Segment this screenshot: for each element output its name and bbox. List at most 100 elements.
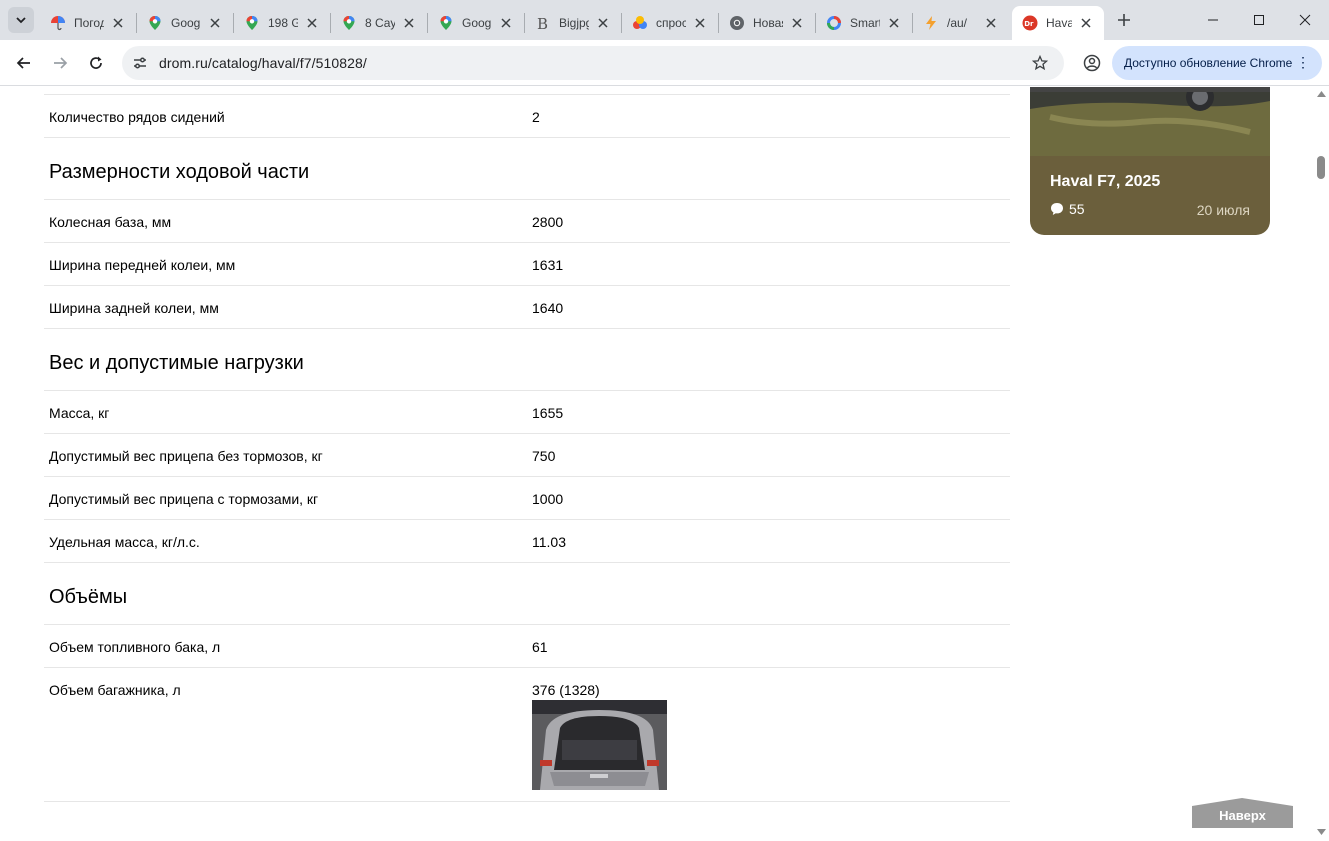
page-scrollbar[interactable] [1314, 87, 1329, 841]
spec-label: Допустимый вес прицепа без тормозов, кг [49, 448, 323, 464]
forward-button[interactable] [46, 49, 74, 77]
tab-title: Bigjpg [559, 16, 589, 30]
spec-label: Допустимый вес прицепа с тормозами, кг [49, 491, 319, 507]
tab-title: Smart [850, 16, 880, 30]
spec-label: Объем топливного бака, л [49, 639, 221, 655]
close-icon [1299, 14, 1311, 26]
close-icon[interactable] [304, 15, 320, 31]
minimize-icon [1208, 19, 1218, 21]
back-to-top-button[interactable]: Наверх [1192, 798, 1293, 828]
update-button-label: Доступно обновление Chrome [1124, 56, 1293, 70]
page-viewport: Количество рядов сидений 2 Размерности х… [0, 87, 1314, 841]
spec-label: Объем багажника, л [49, 682, 181, 698]
trunk-photo[interactable] [532, 700, 667, 790]
arrow-right-icon [54, 57, 68, 69]
close-icon[interactable] [595, 15, 611, 31]
arrow-left-icon [16, 57, 30, 69]
ring-logo-icon [826, 15, 842, 31]
spec-value: 1655 [532, 405, 564, 421]
spec-label: Удельная масса, кг/л.с. [49, 534, 200, 550]
close-icon[interactable] [401, 15, 417, 31]
tab-haval-active[interactable]: Dr Haval [1012, 6, 1104, 40]
minimize-button[interactable] [1190, 0, 1236, 40]
spec-row: Удельная масса, кг/л.с. 11.03 [44, 520, 1010, 563]
tab-au[interactable]: /au/ [913, 6, 1009, 40]
spec-row: Допустимый вес прицепа без тормозов, кг … [44, 434, 1010, 477]
tab-search-button[interactable] [8, 7, 34, 33]
browser-toolbar: drom.ru/catalog/haval/f7/510828/ Доступн… [0, 40, 1329, 86]
section-header: Вес и допустимые нагрузки [44, 329, 1010, 391]
lightning-icon [923, 15, 939, 31]
chrome-update-button[interactable]: Доступно обновление Chrome ⋮ [1112, 46, 1322, 80]
section-header: Объёмы [44, 563, 1010, 625]
scroll-thumb[interactable] [1317, 156, 1325, 179]
plus-icon [1118, 14, 1130, 26]
tab-weather[interactable]: Погода [40, 6, 136, 40]
close-icon[interactable] [886, 15, 902, 31]
spec-row: Ширина задней колеи, мм 1640 [44, 286, 1010, 329]
tab-smart[interactable]: Smart [816, 6, 912, 40]
spec-value: 1631 [532, 257, 564, 273]
close-icon[interactable] [207, 15, 223, 31]
weather-umbrella-icon [50, 15, 66, 31]
section-title: Объёмы [49, 586, 128, 608]
profile-icon [1083, 54, 1101, 72]
news-card[interactable]: Haval F7, 2025 55 20 июля [1030, 87, 1270, 235]
maximize-icon [1254, 15, 1264, 25]
back-button[interactable] [10, 49, 38, 77]
spec-row: Колесная база, мм 2800 [44, 200, 1010, 243]
scroll-down-arrow-icon[interactable] [1317, 829, 1326, 835]
tab-new-tab[interactable]: Новая [719, 6, 815, 40]
spec-value: 1000 [532, 491, 564, 507]
tab-google-maps[interactable]: Google Maps [137, 6, 233, 40]
close-icon[interactable] [1078, 15, 1094, 31]
reload-icon [90, 56, 102, 69]
close-icon[interactable] [110, 15, 126, 31]
spec-value: 1640 [532, 300, 564, 316]
spec-row: Количество рядов сидений 2 [44, 95, 1010, 138]
tab-title: Google Maps [171, 16, 201, 30]
address-bar[interactable]: drom.ru/catalog/haval/f7/510828/ [122, 46, 1064, 80]
tab-sprosi[interactable]: спроси [622, 6, 718, 40]
reload-button[interactable] [82, 49, 110, 77]
news-comments[interactable]: 55 [1050, 201, 1085, 217]
tab-title: Погода [74, 16, 104, 30]
colorful-logo-icon [632, 15, 648, 31]
tab-maps-8[interactable]: 8 Сау [331, 6, 427, 40]
site-settings-icon[interactable] [130, 53, 150, 73]
spec-label: Колесная база, мм [49, 214, 172, 230]
url-text: drom.ru/catalog/haval/f7/510828/ [159, 55, 367, 71]
tab-title: Haval [1046, 16, 1072, 30]
kebab-menu-icon[interactable]: ⋮ [1296, 55, 1310, 69]
maximize-button[interactable] [1236, 0, 1282, 40]
tab-bigjpg[interactable]: B Bigjpg [525, 6, 621, 40]
tab-title: спроси [656, 16, 686, 30]
window-close-button[interactable] [1282, 0, 1328, 40]
news-title: Haval F7, 2025 [1050, 173, 1161, 190]
close-icon[interactable] [789, 15, 805, 31]
profile-button[interactable] [1078, 49, 1106, 77]
comments-count: 55 [1069, 201, 1085, 217]
maps-pin-icon [147, 15, 163, 31]
tab-google-maps-198[interactable]: 198 Google Maps [234, 6, 330, 40]
spec-value: 2 [532, 109, 540, 125]
spec-label: Количество рядов сидений [49, 109, 225, 125]
new-tab-button[interactable] [1112, 8, 1136, 32]
spec-value: 61 [532, 639, 548, 655]
tab-title: /au/ [947, 16, 968, 30]
bookmark-star-icon[interactable] [1030, 53, 1050, 73]
scroll-up-arrow-icon[interactable] [1317, 91, 1326, 97]
spec-row: Объем топливного бака, л 61 [44, 625, 1010, 668]
spec-label: Масса, кг [49, 405, 110, 421]
spec-label: Ширина передней колеи, мм [49, 257, 236, 273]
bigjpg-logo-icon: B [535, 15, 551, 31]
close-icon[interactable] [983, 15, 999, 31]
close-icon[interactable] [692, 15, 708, 31]
drom-logo-icon: Dr [1022, 15, 1038, 31]
section-header: Размерности ходовой части [44, 138, 1010, 200]
spec-label: Ширина задней колеи, мм [49, 300, 219, 316]
close-icon[interactable] [498, 15, 514, 31]
tab-google-maps-2[interactable]: Google Maps [428, 6, 524, 40]
maps-pin-icon [438, 15, 454, 31]
spec-value: 2800 [532, 214, 564, 230]
